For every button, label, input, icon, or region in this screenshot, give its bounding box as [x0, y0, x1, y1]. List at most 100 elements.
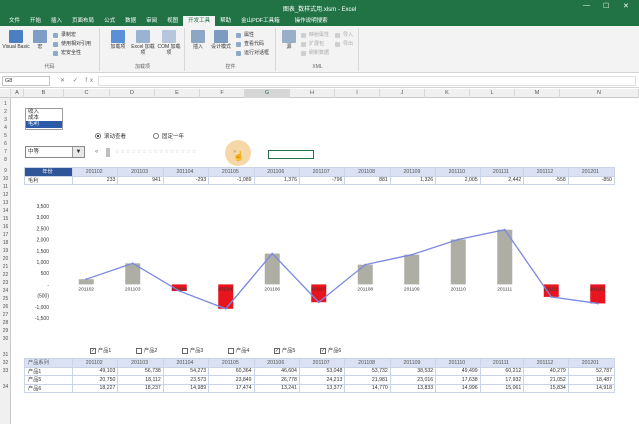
row-header[interactable]: 5: [0, 133, 11, 139]
col-header-d[interactable]: D: [110, 89, 155, 98]
col-header-e[interactable]: E: [155, 89, 200, 98]
formula-input[interactable]: [98, 76, 636, 86]
table-cell[interactable]: 201103: [117, 358, 164, 368]
table-cell[interactable]: 201110: [435, 167, 481, 177]
row-header[interactable]: 30: [0, 336, 11, 342]
tab-insert[interactable]: 插入: [46, 16, 67, 26]
tab-page-layout[interactable]: 页面布局: [67, 16, 99, 26]
map-properties-button[interactable]: 映射属性: [301, 31, 329, 39]
table-cell[interactable]: 201109: [389, 358, 437, 368]
row-header[interactable]: 15: [0, 216, 11, 222]
table-cell[interactable]: 54,273: [162, 366, 210, 376]
macro-security-button[interactable]: 宏安全性: [53, 49, 81, 57]
tab-developer[interactable]: 开发工具: [183, 16, 216, 26]
row-header[interactable]: 2: [0, 109, 11, 115]
product-checkbox[interactable]: ✓ 产品5: [274, 347, 295, 354]
export-button[interactable]: 导出: [335, 40, 353, 48]
addins-button[interactable]: 加载项: [105, 30, 131, 50]
row-label-cell[interactable]: 产品6: [24, 383, 73, 393]
table-cell[interactable]: 201110: [435, 358, 481, 368]
table-cell[interactable]: 17,932: [479, 375, 525, 385]
listbox-item-selected[interactable]: 毛利: [26, 121, 62, 128]
col-header-b[interactable]: B: [24, 89, 64, 98]
row-header[interactable]: 23: [0, 280, 11, 286]
table-cell[interactable]: -558: [523, 175, 569, 185]
active-cell-g8[interactable]: [268, 150, 314, 159]
table-cell[interactable]: 49,499: [435, 366, 481, 376]
row-header[interactable]: 16: [0, 224, 11, 230]
table-cell[interactable]: 38,532: [389, 366, 437, 376]
row-header[interactable]: 22: [0, 272, 11, 278]
product-checkbox[interactable]: ✓ 产品6: [320, 347, 341, 354]
checkbox-box[interactable]: [228, 347, 234, 354]
row-header[interactable]: 3: [0, 117, 11, 123]
row-label-cell[interactable]: 毛利: [24, 175, 73, 185]
tab-home[interactable]: 开始: [25, 16, 46, 26]
radio-indicator[interactable]: [95, 133, 101, 139]
level-combobox[interactable]: 中等 ▼: [25, 146, 85, 158]
table-cell[interactable]: 201104: [162, 358, 210, 368]
table-cell[interactable]: 26,778: [253, 375, 300, 385]
row-header[interactable]: 7: [0, 149, 11, 155]
radio-indicator[interactable]: [153, 133, 159, 139]
tab-data[interactable]: 数据: [120, 16, 141, 26]
row-header[interactable]: 20: [0, 256, 11, 262]
table-cell[interactable]: 14,989: [162, 383, 210, 393]
table-cell[interactable]: 18,227: [71, 383, 119, 393]
table-cell[interactable]: -1,089: [208, 175, 255, 185]
table-cell[interactable]: 201107: [298, 358, 346, 368]
row-header[interactable]: 26: [0, 304, 11, 310]
row-header[interactable]: 31: [0, 352, 11, 358]
table-cell[interactable]: 2,442: [479, 175, 525, 185]
table-cell[interactable]: 201102: [71, 358, 119, 368]
checkbox-box[interactable]: [182, 347, 188, 354]
table-cell[interactable]: 201201: [567, 167, 616, 177]
table-cell[interactable]: 13,833: [389, 383, 437, 393]
row-header[interactable]: 17: [0, 232, 11, 238]
tab-file[interactable]: 文件: [4, 16, 25, 26]
table-cell[interactable]: 201105: [208, 358, 255, 368]
table-cell[interactable]: 21,981: [344, 375, 391, 385]
table-cell[interactable]: 18,487: [567, 375, 616, 385]
row-header[interactable]: 21: [0, 264, 11, 270]
row-label-cell[interactable]: 年份: [24, 167, 73, 177]
product-checkbox[interactable]: ✓ 产品1: [90, 347, 111, 354]
table-cell[interactable]: 24,213: [298, 375, 346, 385]
row-header[interactable]: 14: [0, 208, 11, 214]
table-cell[interactable]: -293: [162, 175, 210, 185]
table-cell[interactable]: 15,061: [479, 383, 525, 393]
close-button[interactable]: ✕: [623, 2, 629, 10]
visual-basic-button[interactable]: Visual Basic: [2, 30, 30, 50]
run-dialog-button[interactable]: 运行对话框: [236, 49, 269, 57]
row-label-cell[interactable]: 产品5: [24, 375, 73, 385]
row-header[interactable]: 13: [0, 200, 11, 206]
row-label-cell[interactable]: 产品1: [24, 366, 73, 376]
tab-view[interactable]: 视图: [162, 16, 183, 26]
table-cell[interactable]: 233: [71, 175, 119, 185]
row-header[interactable]: 19: [0, 248, 11, 254]
tab-help[interactable]: 帮助: [215, 16, 236, 26]
table-cell[interactable]: 60,212: [479, 366, 525, 376]
row-header[interactable]: 34: [0, 384, 11, 390]
product-checkbox[interactable]: 产品4: [228, 347, 249, 354]
table-cell[interactable]: 49,103: [71, 366, 119, 376]
table-cell[interactable]: 1,376: [253, 175, 300, 185]
table-cell[interactable]: 201108: [344, 167, 391, 177]
scroll-thumb[interactable]: [106, 148, 110, 157]
table-cell[interactable]: 52,787: [567, 366, 616, 376]
table-cell[interactable]: 201105: [208, 167, 255, 177]
row-header[interactable]: 10: [0, 176, 11, 182]
table-cell[interactable]: 941: [117, 175, 164, 185]
table-cell[interactable]: 13,377: [298, 383, 346, 393]
row-header[interactable]: 1: [0, 101, 11, 107]
table-cell[interactable]: 201201: [567, 358, 616, 368]
view-code-button[interactable]: 查看代码: [236, 40, 264, 48]
table-cell[interactable]: 23,573: [162, 375, 210, 385]
row-header[interactable]: 24: [0, 288, 11, 294]
period-scrollbar[interactable]: « ☆☆☆☆☆☆☆☆☆☆☆☆☆☆☆ »: [95, 148, 243, 157]
tab-pdf-toolbox[interactable]: 金山PDF工具箱: [236, 16, 285, 26]
table-cell[interactable]: 201111: [479, 167, 525, 177]
check-icon[interactable]: ✓: [274, 347, 280, 354]
row-header[interactable]: 9: [0, 168, 11, 174]
record-macro-button[interactable]: 录制宏: [53, 31, 76, 39]
